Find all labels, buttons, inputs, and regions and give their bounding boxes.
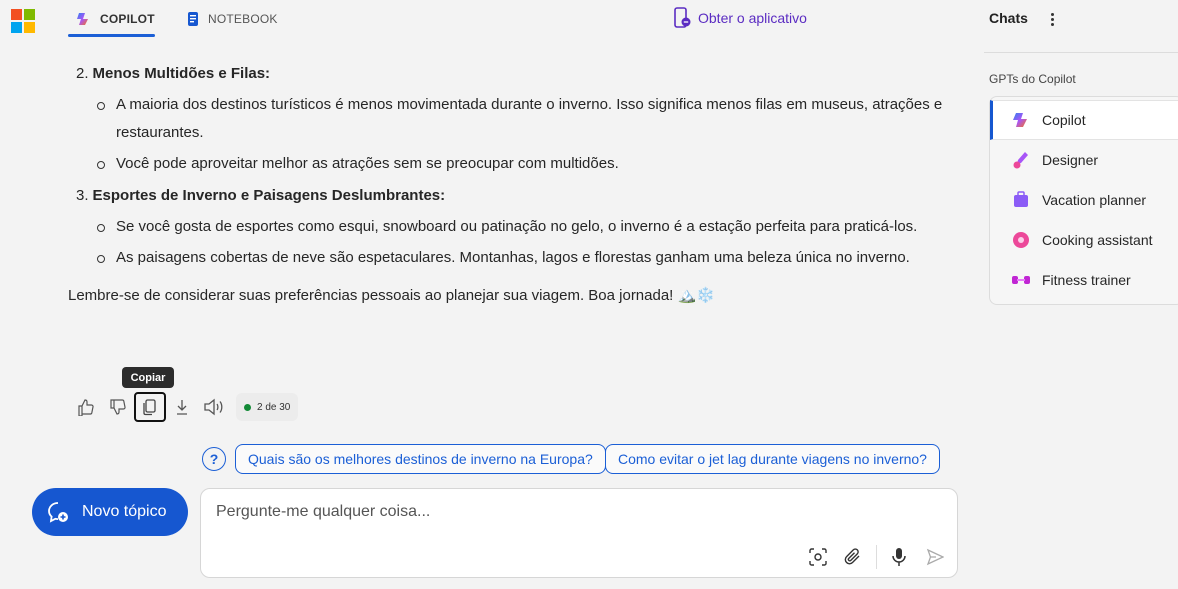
read-aloud-button[interactable] [198,392,230,422]
list-item-heading: 2. Menos Multidões e Filas: [68,60,948,88]
send-button[interactable] [921,543,949,571]
toolbar-divider [876,545,877,569]
vacation-planner-icon [1014,191,1028,207]
gpts-section-title: GPTs do Copilot [989,72,1076,86]
new-chat-icon [48,502,68,523]
assistant-message: 2. Menos Multidões e Filas: A maioria dos… [68,60,948,310]
get-app-link[interactable]: Obter o aplicativo [672,6,807,30]
designer-icon [1013,152,1028,169]
copy-icon [143,399,156,416]
thumbs-up-icon [78,399,94,416]
attach-button[interactable] [839,543,867,571]
suggestion-chip[interactable]: Como evitar o jet lag durante viagens no… [605,444,940,474]
more-options-icon[interactable] [1046,10,1058,28]
gpt-item-cooking-assistant[interactable]: Cooking assistant [990,220,1178,260]
bullet-list: A maioria dos destinos turísticos é meno… [68,91,948,178]
visual-search-button[interactable] [804,543,832,571]
like-button[interactable] [70,392,102,422]
notebook-icon [188,11,198,26]
new-topic-label: Novo tópico [82,503,167,520]
chats-title: Chats [989,10,1028,26]
suggestion-chip[interactable]: Quais são os melhores destinos de invern… [235,444,606,474]
send-icon [926,548,944,566]
gpt-item-vacation-planner[interactable]: Vacation planner [990,180,1178,220]
help-icon[interactable]: ? [202,447,226,471]
tab-label: COPILOT [100,11,155,26]
gpt-label: Vacation planner [1042,192,1147,208]
copilot-icon [1013,113,1027,127]
copy-tooltip: Copiar [122,367,174,388]
gpt-label: Designer [1042,152,1099,168]
dislike-button[interactable] [102,392,134,422]
bullet-item: Você pode aproveitar melhor as atrações … [97,150,948,178]
fitness-trainer-icon [1012,276,1030,284]
paperclip-icon [844,548,860,565]
sidebar-divider [984,52,1178,53]
list-number: 2. [76,65,89,82]
counter-text: 2 de 30 [257,401,291,413]
new-topic-button[interactable]: Novo tópico [32,488,188,536]
microsoft-logo[interactable] [11,9,35,33]
chat-input-box [200,488,958,578]
tab-copilot[interactable]: COPILOT [76,0,155,37]
list-title: Esportes de Inverno e Paisagens Deslumbr… [92,187,446,204]
bullet-item: As paisagens cobertas de neve são espeta… [97,244,948,272]
cooking-assistant-icon [1013,232,1029,248]
chat-input[interactable] [216,503,916,521]
get-app-label: Obter o aplicativo [698,10,807,26]
gpt-item-designer[interactable]: Designer [990,140,1178,180]
active-tab-indicator [68,34,155,37]
gpt-item-copilot[interactable]: Copilot [990,100,1178,140]
gpts-list: Copilot Designer Vacation planner Cookin… [989,96,1178,305]
message-actions: 2 de 30 [70,392,299,422]
microphone-button[interactable] [885,543,913,571]
image-scan-icon [809,548,827,566]
download-icon [177,400,187,415]
gpt-label: Fitness trainer [1042,272,1131,288]
list-number: 3. [76,187,89,204]
bullet-item: A maioria dos destinos turísticos é meno… [97,91,948,147]
response-counter: 2 de 30 [236,393,299,421]
microphone-icon [892,548,906,566]
bullet-item: Se você gosta de esportes como esqui, sn… [97,213,948,241]
speaker-icon [204,398,223,416]
closing-text: Lembre-se de considerar suas preferência… [68,287,715,304]
thumbs-down-icon [110,399,126,415]
status-dot [244,403,251,411]
gpt-label: Copilot [1042,112,1086,128]
copilot-icon [77,12,88,25]
list-item-heading: 3. Esportes de Inverno e Paisagens Deslum… [68,182,948,210]
mobile-device-icon [674,7,691,28]
list-title: Menos Multidões e Filas: [92,65,271,82]
gpt-label: Cooking assistant [1042,232,1153,248]
export-button[interactable] [166,392,198,422]
tab-label: NOTEBOOK [208,11,278,26]
copy-button[interactable] [134,392,166,422]
gpt-item-fitness-trainer[interactable]: Fitness trainer [990,260,1178,300]
bullet-list: Se você gosta de esportes como esqui, sn… [68,213,948,272]
tab-notebook[interactable]: NOTEBOOK [186,0,278,37]
